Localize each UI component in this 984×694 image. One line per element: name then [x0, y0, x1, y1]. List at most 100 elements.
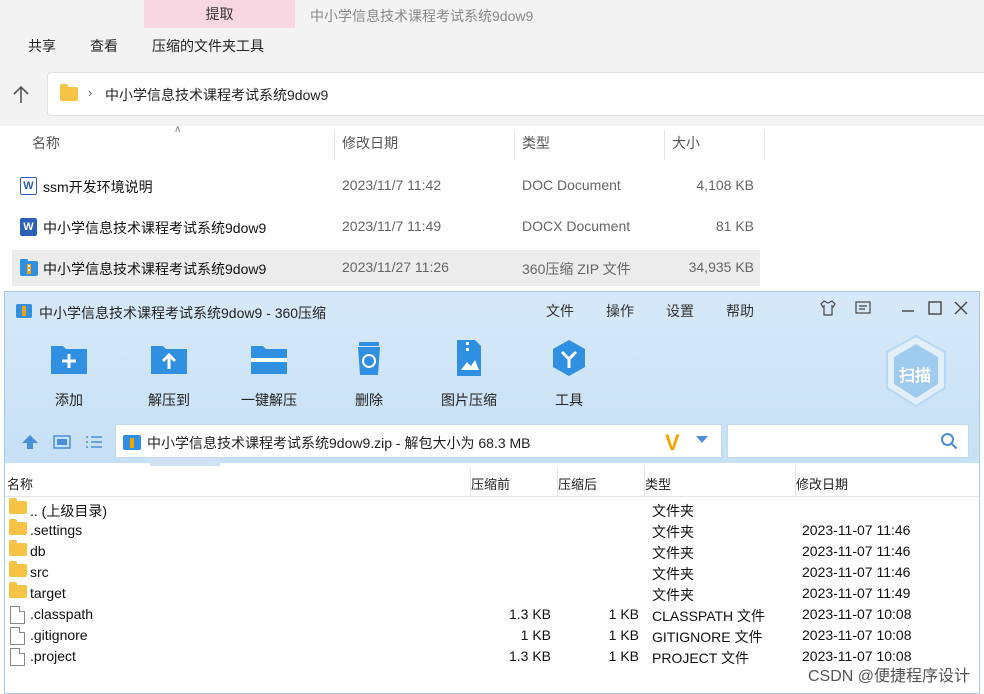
archive-list-header: 名称 压缩前 压缩后 类型 修改日期	[5, 467, 979, 497]
item-name: .. (上级目录)	[30, 503, 107, 519]
item-size-before: 1 KB	[520, 627, 551, 643]
file-row[interactable]: W 中小学信息技术课程考试系统9dow9 2023/11/7 11:49 DOC…	[12, 209, 760, 245]
tab-share[interactable]: 共享	[28, 36, 56, 56]
column-header-type[interactable]: 类型	[522, 126, 550, 160]
maximize-icon[interactable]	[925, 299, 945, 319]
item-type: 文件夹	[652, 524, 694, 540]
image-compress-label: 图片压缩	[441, 392, 497, 408]
column-divider[interactable]	[764, 130, 765, 160]
column-header-date[interactable]: 修改日期	[342, 126, 398, 160]
archive-path-text: 中小学信息技术课程考试系统9dow9.zip - 解包大小为 68.3 MB	[147, 435, 531, 451]
zip-window-title: 中小学信息技术课程考试系统9dow9 - 360压缩	[39, 305, 327, 321]
image-compress-icon	[457, 340, 481, 376]
tab-view[interactable]: 查看	[90, 36, 118, 56]
item-type: 文件夹	[652, 587, 694, 603]
thumbnail-view-icon[interactable]	[53, 434, 71, 450]
column-header-name[interactable]: 名称	[7, 474, 33, 493]
chevron-down-icon[interactable]	[696, 436, 708, 443]
zip-window-header: 中小学信息技术课程考试系统9dow9 - 360压缩 文件 操作 设置 帮助 添…	[5, 292, 979, 463]
image-compress-button[interactable]: 图片压缩	[424, 338, 514, 410]
item-name: .gitignore	[30, 627, 88, 643]
item-type: 文件夹	[652, 503, 694, 519]
tools-label: 工具	[555, 392, 583, 408]
column-header-after[interactable]: 压缩后	[558, 474, 597, 493]
one-click-extract-button[interactable]: 一键解压	[224, 338, 314, 410]
list-item[interactable]: .. (上级目录) 文件夹	[5, 498, 979, 520]
column-header-size[interactable]: 大小	[672, 126, 700, 160]
list-item[interactable]: .settings 文件夹 2023-11-07 11:46	[5, 519, 979, 541]
search-icon[interactable]	[940, 432, 958, 450]
chevron-right-icon[interactable]: ›	[88, 85, 92, 100]
list-item[interactable]: .gitignore 1 KB 1 KB GITIGNORE 文件 2023-1…	[5, 625, 979, 646]
one-click-extract-label: 一键解压	[241, 392, 297, 408]
file-icon	[10, 648, 25, 666]
address-path[interactable]: 中小学信息技术课程考试系统9dow9	[105, 85, 328, 105]
file-row-selected[interactable]: 中小学信息技术课程考试系统9dow9 2023/11/27 11:26 360压…	[12, 250, 760, 286]
folder-icon	[9, 561, 27, 577]
item-type: PROJECT 文件	[652, 650, 749, 666]
file-date: 2023/11/7 11:49	[342, 218, 442, 234]
item-date: 2023-11-07 10:08	[802, 627, 912, 643]
zip-icon	[20, 259, 38, 276]
column-divider[interactable]	[664, 130, 665, 160]
feedback-icon[interactable]	[853, 299, 873, 319]
add-label: 添加	[55, 392, 83, 408]
address-bar[interactable]: › 中小学信息技术课程考试系统9dow9	[47, 72, 984, 116]
column-header-type[interactable]: 类型	[645, 474, 671, 493]
menu-help[interactable]: 帮助	[726, 301, 754, 321]
menu-operate[interactable]: 操作	[606, 301, 634, 321]
archive-path-bar[interactable]: 中小学信息技术课程考试系统9dow9.zip - 解包大小为 68.3 MB V	[115, 424, 722, 458]
item-type: GITIGNORE 文件	[652, 629, 763, 645]
column-divider[interactable]	[514, 130, 515, 160]
file-row[interactable]: W ssm开发环境说明 2023/11/7 11:42 DOC Document…	[12, 168, 760, 204]
delete-button[interactable]: 删除	[324, 338, 414, 410]
scan-button[interactable]: 扫描	[881, 332, 951, 412]
word-doc-icon: W	[20, 177, 37, 195]
list-view-icon[interactable]	[85, 434, 103, 450]
explorer-toolbar: 提取 中小学信息技术课程考试系统9dow9 共享 查看 压缩的文件夹工具	[0, 0, 984, 70]
search-input[interactable]	[727, 424, 969, 458]
item-name: target	[30, 585, 66, 601]
minimize-icon[interactable]	[898, 299, 918, 319]
horizontal-scrollbar[interactable]	[150, 458, 220, 466]
file-icon	[10, 627, 25, 645]
column-header-before[interactable]: 压缩前	[471, 474, 510, 493]
item-size-before: 1.3 KB	[508, 606, 551, 622]
item-size-after: 1 KB	[608, 627, 639, 643]
add-icon	[51, 346, 87, 374]
sort-up-icon: ∧	[174, 124, 182, 135]
extract-to-button[interactable]: 解压到	[124, 338, 214, 410]
up-arrow-icon[interactable]	[10, 84, 32, 106]
folder-icon	[9, 498, 27, 514]
list-item[interactable]: src 文件夹 2023-11-07 11:46	[5, 561, 979, 583]
list-item[interactable]: target 文件夹 2023-11-07 11:49	[5, 582, 979, 604]
extract-to-label: 解压到	[148, 392, 190, 408]
item-date: 2023-11-07 11:49	[802, 585, 911, 601]
file-size: 81 KB	[715, 218, 754, 234]
item-date: 2023-11-07 11:46	[802, 522, 911, 538]
skin-shirt-icon[interactable]	[818, 299, 838, 319]
item-name: db	[30, 543, 46, 559]
explorer-window-title: 中小学信息技术课程考试系统9dow9	[310, 8, 534, 24]
column-header-date[interactable]: 修改日期	[796, 474, 848, 493]
word-docx-icon: W	[20, 218, 37, 236]
extract-to-icon	[151, 346, 187, 374]
tools-icon	[553, 340, 585, 376]
zip-icon	[123, 435, 141, 450]
v-logo-icon[interactable]: V	[665, 430, 680, 456]
close-icon[interactable]	[951, 299, 971, 319]
list-item[interactable]: db 文件夹 2023-11-07 11:46	[5, 540, 979, 562]
list-item[interactable]: .classpath 1.3 KB 1 KB CLASSPATH 文件 2023…	[5, 604, 979, 625]
tab-extract[interactable]: 提取	[144, 0, 295, 28]
tab-compressed-folder-tools[interactable]: 压缩的文件夹工具	[152, 36, 264, 56]
tools-button[interactable]: 工具	[524, 338, 614, 410]
column-header-name[interactable]: 名称	[32, 126, 60, 160]
up-level-icon[interactable]	[21, 434, 39, 450]
file-type: DOCX Document	[522, 218, 631, 234]
menu-file[interactable]: 文件	[546, 301, 574, 321]
menu-settings[interactable]: 设置	[666, 301, 694, 321]
folder-icon	[9, 540, 27, 556]
column-divider[interactable]	[334, 130, 335, 160]
add-button[interactable]: 添加	[24, 338, 114, 410]
folder-icon	[9, 519, 27, 535]
